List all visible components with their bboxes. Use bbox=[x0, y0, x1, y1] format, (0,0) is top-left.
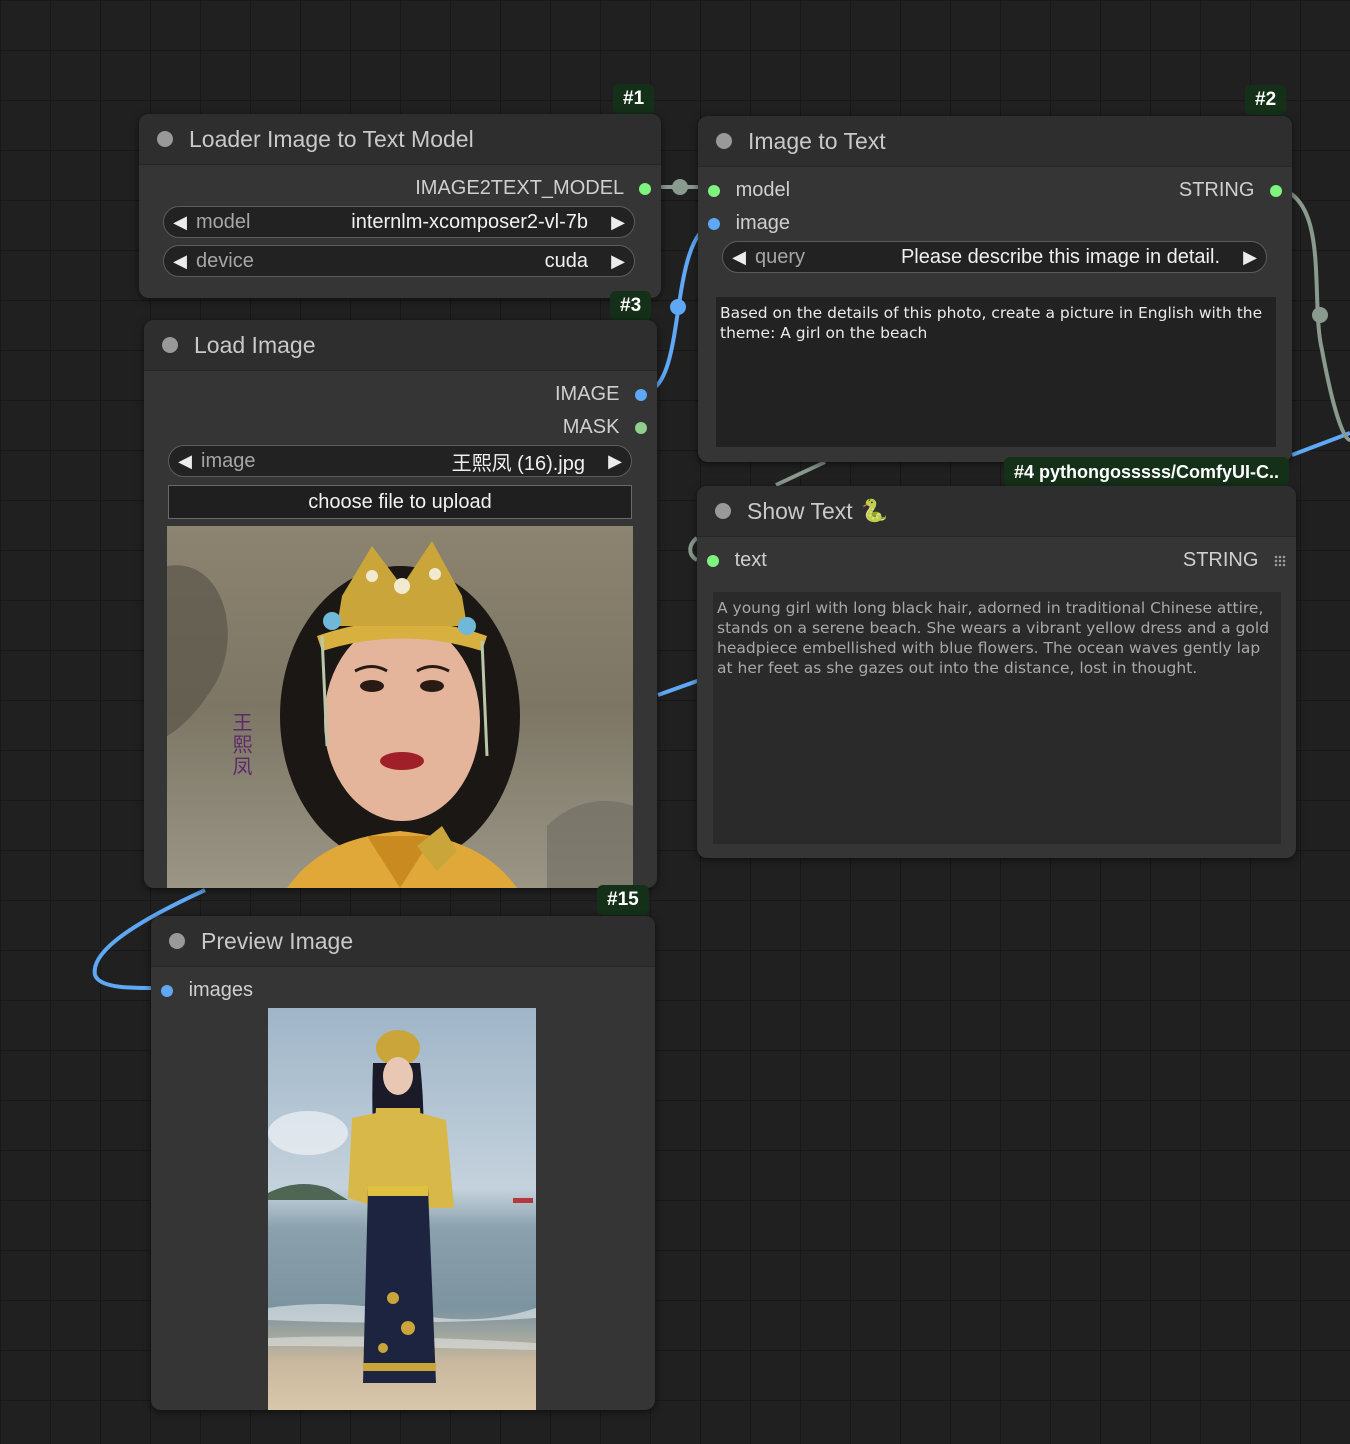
input-dot-icon[interactable] bbox=[161, 984, 173, 997]
output-slot-image[interactable]: IMAGE bbox=[555, 382, 647, 406]
node-title: Show Text bbox=[747, 497, 853, 524]
model-combo-widget[interactable]: ◀ model internlm-xcomposer2-vl-7b ▶ bbox=[163, 206, 635, 238]
node-header[interactable]: Show Text 🐍 bbox=[697, 486, 1296, 537]
output-dot-icon[interactable] bbox=[635, 388, 647, 401]
output-slot-string[interactable]: STRING bbox=[1183, 548, 1286, 572]
image-combo-widget[interactable]: ◀ image 王熙凤 (16).jpg ▶ bbox=[168, 445, 632, 477]
output-slot-mask[interactable]: MASK bbox=[563, 415, 647, 439]
string-link-lower bbox=[775, 460, 826, 487]
string-link-stub bbox=[688, 536, 699, 562]
widget-value: cuda bbox=[544, 249, 588, 272]
output-label: IMAGE2TEXT_MODEL bbox=[415, 177, 624, 199]
model-link-reroute-dot bbox=[672, 179, 688, 195]
collapse-dot-icon[interactable] bbox=[157, 131, 173, 147]
device-combo-widget[interactable]: ◀ device cuda ▶ bbox=[163, 245, 635, 277]
node-source-badge: #4 pythongosssss/ComfyUI-C.. bbox=[1004, 457, 1290, 487]
input-dot-icon[interactable] bbox=[708, 217, 720, 230]
arrow-left-icon[interactable]: ◀ bbox=[169, 451, 201, 472]
collapse-dot-icon[interactable] bbox=[715, 503, 731, 519]
widget-label: image bbox=[201, 449, 256, 472]
portrait-caption: 王熙凤 bbox=[229, 712, 253, 778]
node-header[interactable]: Image to Text bbox=[698, 116, 1292, 167]
input-slot-model[interactable]: model bbox=[708, 178, 790, 202]
collapse-dot-icon[interactable] bbox=[169, 933, 185, 949]
input-slot-text[interactable]: text bbox=[707, 548, 767, 572]
arrow-right-icon[interactable]: ▶ bbox=[602, 251, 634, 272]
widget-label: query bbox=[755, 245, 806, 268]
input-slot-image[interactable]: image bbox=[708, 211, 790, 235]
image-link-reroute-dot bbox=[670, 299, 686, 315]
widget-label: device bbox=[196, 249, 254, 272]
node-id-badge: #2 bbox=[1245, 85, 1287, 115]
image-link-right bbox=[657, 678, 701, 697]
node-title: Image to Text bbox=[748, 127, 886, 154]
widget-value: internlm-xcomposer2-vl-7b bbox=[351, 210, 588, 233]
loader-image-to-text-model-node[interactable]: Loader Image to Text Model IMAGE2TEXT_MO… bbox=[139, 114, 661, 298]
input-label: text bbox=[734, 549, 767, 571]
input-label: model bbox=[735, 179, 791, 201]
collapse-dot-icon[interactable] bbox=[162, 337, 178, 353]
string-link-reroute-dot bbox=[1312, 307, 1328, 323]
input-slot-images[interactable]: images bbox=[161, 978, 253, 1002]
widget-label: model bbox=[196, 210, 251, 233]
preview-image[interactable] bbox=[268, 1008, 536, 1410]
preview-image-node[interactable]: Preview Image images bbox=[151, 916, 655, 1410]
output-dot-icon[interactable] bbox=[639, 182, 651, 195]
girl-on-beach-image bbox=[268, 1030, 536, 1383]
output-dot-icon[interactable] bbox=[635, 421, 647, 434]
query-combo-widget[interactable]: ◀ query Please describe this image in de… bbox=[722, 241, 1267, 273]
input-dot-icon[interactable] bbox=[707, 554, 719, 567]
node-header[interactable]: Load Image bbox=[144, 320, 657, 371]
portrait-image bbox=[167, 541, 633, 888]
node-id-badge: #15 bbox=[597, 885, 649, 915]
load-image-node[interactable]: Load Image IMAGE MASK ◀ image 王熙凤 (16).j… bbox=[144, 320, 657, 888]
choose-file-upload-button[interactable]: choose file to upload bbox=[168, 485, 632, 519]
arrow-left-icon[interactable]: ◀ bbox=[164, 251, 196, 272]
node-header[interactable]: Preview Image bbox=[151, 916, 655, 967]
output-label: STRING bbox=[1178, 179, 1255, 201]
output-label: MASK bbox=[562, 416, 620, 438]
input-label: image bbox=[735, 212, 791, 234]
show-text-node[interactable]: Show Text 🐍 text STRING A young girl wit… bbox=[697, 486, 1296, 858]
output-dot-icon[interactable] bbox=[1270, 184, 1282, 197]
node-title: Load Image bbox=[194, 331, 316, 358]
output-label: IMAGE bbox=[554, 383, 620, 405]
image-link-edge bbox=[1291, 431, 1350, 457]
output-label: STRING bbox=[1182, 549, 1259, 571]
widget-value: Please describe this image in detail. bbox=[900, 245, 1220, 268]
arrow-left-icon[interactable]: ◀ bbox=[723, 247, 755, 268]
loaded-image-preview: 王熙凤 bbox=[167, 526, 633, 888]
widget-value: 王熙凤 (16).jpg bbox=[451, 452, 585, 475]
image-to-text-node[interactable]: Image to Text model image STRING ◀ query… bbox=[698, 116, 1292, 462]
snake-icon: 🐍 bbox=[860, 498, 889, 523]
arrow-right-icon[interactable]: ▶ bbox=[599, 451, 631, 472]
grid-output-icon[interactable] bbox=[1274, 554, 1286, 567]
arrow-right-icon[interactable]: ▶ bbox=[602, 212, 634, 233]
prompt-textarea[interactable]: Based on the details of this photo, crea… bbox=[716, 297, 1276, 447]
output-slot-string[interactable]: STRING bbox=[1179, 178, 1282, 202]
collapse-dot-icon[interactable] bbox=[716, 133, 732, 149]
output-text-display[interactable]: A young girl with long black hair, adorn… bbox=[713, 592, 1281, 844]
arrow-left-icon[interactable]: ◀ bbox=[164, 212, 196, 233]
output-slot-image2text-model[interactable]: IMAGE2TEXT_MODEL bbox=[415, 176, 651, 200]
node-title: Preview Image bbox=[201, 927, 354, 954]
node-id-badge: #1 bbox=[613, 84, 655, 114]
node-id-badge: #3 bbox=[610, 291, 652, 321]
arrow-right-icon[interactable]: ▶ bbox=[1234, 247, 1266, 268]
node-title: Loader Image to Text Model bbox=[189, 125, 474, 152]
input-label: images bbox=[188, 979, 254, 1001]
node-header[interactable]: Loader Image to Text Model bbox=[139, 114, 661, 165]
input-dot-icon[interactable] bbox=[708, 184, 720, 197]
